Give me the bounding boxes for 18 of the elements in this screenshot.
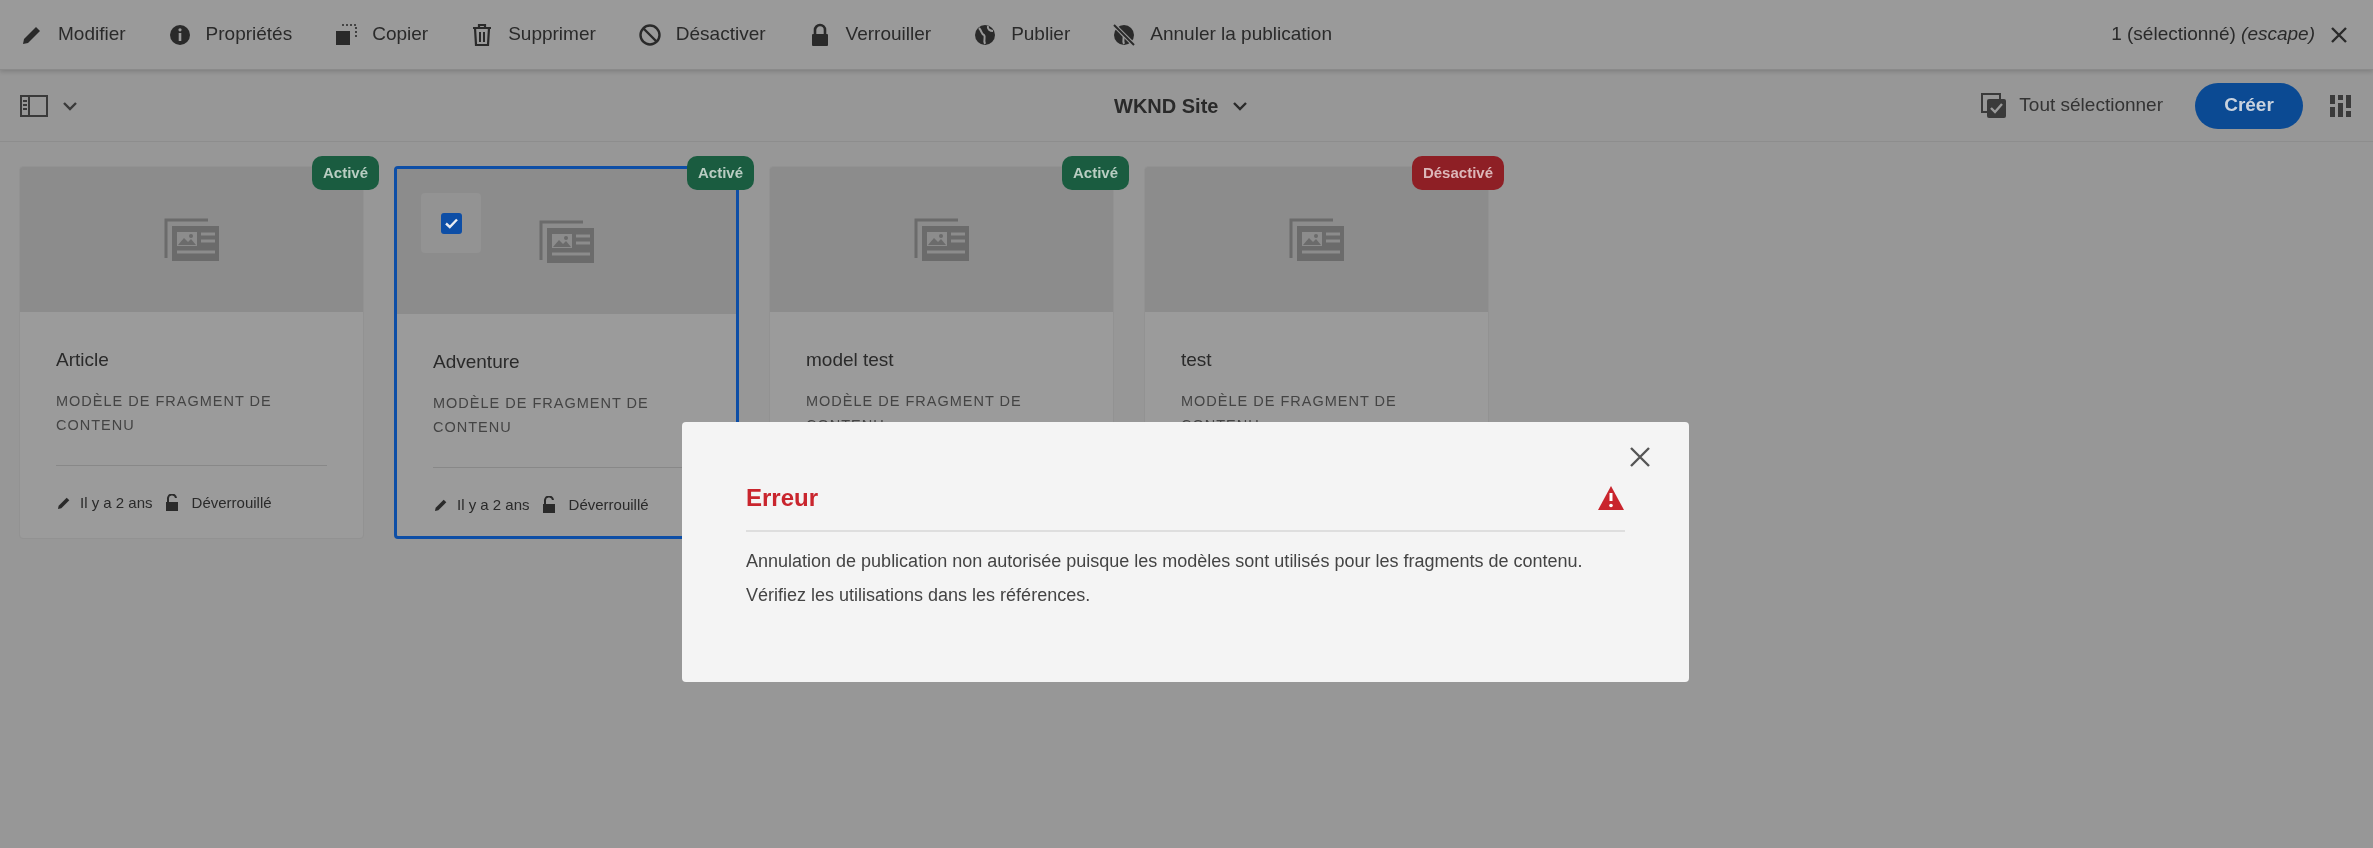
dialog-message: Vérifiez les utilisations dans les références. <box>746 584 1092 607</box>
modified-time: Il y a 2 ans <box>457 494 530 515</box>
dialog-message: Annulation de publication non autorisée puisque les modèles sont utilisés pour les fragments de contenu. <box>746 550 1584 573</box>
status-badge: Activé <box>311 156 379 190</box>
card-title: Adventure <box>433 350 521 374</box>
status-badge: Désactivé <box>1411 156 1504 190</box>
status-badge: Activé <box>1061 156 1129 190</box>
card-title: Article <box>56 348 110 372</box>
lock-status: Déverrouillé <box>568 494 649 515</box>
selection-count: 1 (sélectionné) (escape) <box>2111 22 2315 47</box>
modified-time: Il y a 2 ans <box>80 492 153 513</box>
status-badge: Activé <box>686 156 754 190</box>
card-title: model test <box>806 348 895 372</box>
card-title: test <box>1181 348 1213 372</box>
card-subtitle: MODÈLE DE FRAGMENT DE CONTENU <box>433 393 650 437</box>
dialog-title: Erreur <box>746 483 819 513</box>
lock-status: Déverrouillé <box>191 492 272 513</box>
card-subtitle: MODÈLE DE FRAGMENT DE CONTENU <box>56 391 273 435</box>
